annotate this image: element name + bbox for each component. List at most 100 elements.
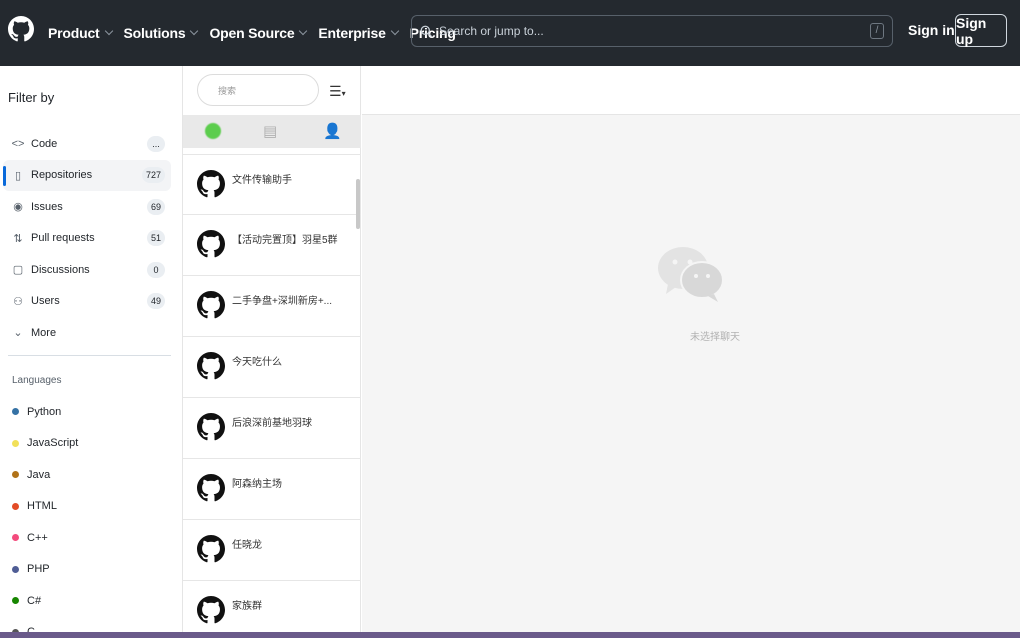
language-color-dot <box>12 534 19 542</box>
top-navbar: Product Solutions Open Source Enterprise Pri… <box>0 0 1020 66</box>
people-icon: ⚇ <box>13 295 23 308</box>
language-item[interactable]: C# <box>12 585 78 617</box>
languages-list: PythonJavaScriptJavaHTMLC++PHPC#C <box>12 396 78 638</box>
chat-list-item[interactable]: 阿森纳主场 <box>183 459 361 520</box>
language-label: PHP <box>27 563 50 576</box>
filter-label: More <box>31 326 57 339</box>
chat-list-panel: 搜索 ☰▾ ▤ 👤 文件传输助手【活动完置顶】羽星5群 二手争盘+深圳新房+...… <box>182 66 361 638</box>
nav-item-label: Enterprise <box>318 25 386 41</box>
menu-icon[interactable]: ☰▾ <box>329 83 346 100</box>
language-item[interactable]: JavaScript <box>12 428 78 460</box>
global-search-input[interactable]: Search or jump to... / <box>411 15 893 47</box>
github-avatar-icon <box>197 413 225 441</box>
nav-item-open-source[interactable]: Open Source <box>209 25 308 41</box>
chat-list-item[interactable]: 后浪深前基地羽球 <box>183 398 361 459</box>
sidebar-divider <box>8 355 171 356</box>
chat-tab-icon[interactable] <box>205 123 221 139</box>
chat-name: 家族群 <box>232 601 262 612</box>
filter-label: Pull requests <box>31 232 95 245</box>
filter-count-badge: ... <box>147 135 165 152</box>
filter-title: Filter by <box>8 90 55 105</box>
language-label: JavaScript <box>27 437 79 450</box>
chat-search-input[interactable]: 搜索 <box>197 74 319 106</box>
filter-item-more[interactable]: ⌄ More <box>3 317 171 349</box>
chevron-down-icon <box>190 26 199 36</box>
language-color-dot <box>12 597 19 605</box>
filter-count-badge: 49 <box>146 293 165 310</box>
language-color-dot <box>12 439 19 447</box>
filter-label: Users <box>31 295 60 308</box>
chat-list-scrollbar[interactable] <box>356 179 360 229</box>
language-item[interactable]: Python <box>12 396 78 428</box>
languages-title: Languages <box>12 375 62 386</box>
language-label: C# <box>27 594 42 607</box>
github-avatar-icon <box>197 291 225 319</box>
language-item[interactable]: HTML <box>12 491 78 523</box>
github-avatar-icon <box>197 535 225 563</box>
filter-item-issues[interactable]: ◉ Issues 69 <box>3 191 171 223</box>
nav-item-enterprise[interactable]: Enterprise <box>318 25 399 41</box>
document-tab-icon[interactable]: ▤ <box>263 122 277 140</box>
chat-list-item[interactable]: 文件传输助手 <box>183 154 361 215</box>
chat-name: 阿森纳主场 <box>232 479 282 490</box>
filter-label: Issues <box>31 200 63 213</box>
language-color-dot <box>12 502 19 510</box>
chevron-down-icon <box>390 26 399 36</box>
filter-item-code[interactable]: <> Code... <box>3 128 171 160</box>
chat-name: 文件传输助手 <box>232 175 292 186</box>
language-item[interactable]: C++ <box>12 522 78 554</box>
language-item[interactable]: PHP <box>12 554 78 586</box>
nav-item-label: Open Source <box>209 25 295 41</box>
filter-label: Discussions <box>31 263 90 276</box>
github-avatar-icon <box>197 230 225 258</box>
github-avatar-icon <box>197 170 225 198</box>
filter-item-discussions[interactable]: ▢ Discussions 0 <box>3 254 171 286</box>
chat-name: 二手争盘+深圳新房+... <box>232 296 333 307</box>
chat-name: 任晓龙 <box>232 540 262 551</box>
chat-list-item[interactable]: 家族群 <box>183 581 361 638</box>
nav-item-product[interactable]: Product <box>48 25 113 41</box>
sign-up-button[interactable]: Sign up <box>955 14 1007 47</box>
code-icon: <> <box>11 137 25 150</box>
filter-item-pull-requests[interactable]: ⇅ Pull requests 51 <box>3 223 171 255</box>
chat-tab-strip: ▤ 👤 <box>183 115 361 148</box>
chat-list-item[interactable]: 二手争盘+深圳新房+... <box>183 276 361 337</box>
sign-in-link[interactable]: Sign in <box>908 22 955 38</box>
search-shortcut-key: / <box>870 23 884 39</box>
chat-list-item[interactable]: 任晓龙 <box>183 520 361 581</box>
chat-name: 【活动完置顶】羽星5群 <box>232 235 338 246</box>
filter-item-users[interactable]: ⚇ Users 49 <box>3 286 171 318</box>
search-icon <box>420 25 433 37</box>
pull-request-icon: ⇅ <box>13 232 23 245</box>
filter-count-badge: 0 <box>147 261 165 278</box>
chat-list-item[interactable]: 今天吃什么 <box>183 337 361 398</box>
filter-label: Code <box>31 137 58 150</box>
filter-count-badge: 51 <box>146 230 165 247</box>
language-color-dot <box>12 471 19 479</box>
bottom-edge <box>0 632 1020 638</box>
language-label: C++ <box>27 531 48 544</box>
wechat-logo-icon <box>658 247 724 302</box>
language-label: Python <box>27 405 62 418</box>
language-label: HTML <box>27 500 57 513</box>
chat-name: 今天吃什么 <box>232 357 282 368</box>
chat-content-area: 未选择聊天 <box>362 66 1020 638</box>
contacts-tab-icon[interactable]: 👤 <box>323 122 342 140</box>
github-logo-icon[interactable] <box>8 16 34 42</box>
nav-item-label: Product <box>48 25 100 41</box>
language-color-dot <box>12 408 19 416</box>
chat-search-placeholder: 搜索 <box>218 85 237 96</box>
language-item[interactable]: Java <box>12 459 78 491</box>
repo-icon: ▯ <box>14 169 22 182</box>
chevron-down-icon <box>104 26 113 36</box>
chat-list-item[interactable]: 【活动完置顶】羽星5群 <box>183 215 361 276</box>
nav-item-solutions[interactable]: Solutions <box>124 25 199 41</box>
main-nav: Product Solutions Open Source Enterprise Pri… <box>48 0 468 66</box>
github-avatar-icon <box>197 596 225 624</box>
language-color-dot <box>12 565 19 573</box>
issue-icon: ◉ <box>13 201 23 214</box>
filter-item-repositories[interactable]: ▯ Repositories 727 <box>3 159 171 191</box>
chat-name: 后浪深前基地羽球 <box>232 418 312 429</box>
empty-chat-text: 未选择聊天 <box>690 332 740 343</box>
github-avatar-icon <box>197 474 225 502</box>
